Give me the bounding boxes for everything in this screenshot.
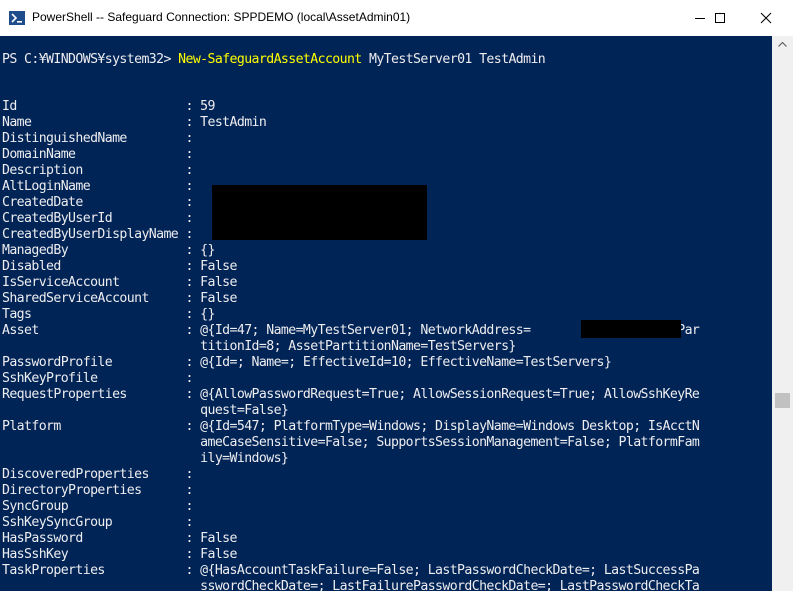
output-line: titionId=8; AssetPartitionName=TestServe… [2,339,516,354]
output-line: DistinguishedName : [2,131,193,146]
output-line: TaskProperties : @{HasAccountTaskFailure… [2,563,700,578]
maximize-icon [715,13,725,23]
close-icon [760,12,772,24]
output-line: RequestProperties : @{AllowPasswordReque… [2,387,700,402]
output-line: DirectoryProperties : [2,483,193,498]
output-line: DomainName : [2,147,193,162]
scrollbar-thumb[interactable] [775,393,790,408]
output-line: sswordCheckDate=; LastFailurePasswordChe… [2,579,700,591]
maximize-button[interactable] [697,0,743,36]
console-output[interactable]: PS C:¥WINDOWS¥system32> New-SafeguardAss… [0,36,772,591]
redaction-block [581,320,681,338]
redaction-block [212,185,427,240]
output-line: PasswordProfile : @{Id=; Name=; Effectiv… [2,355,612,370]
output-line: quest=False} [2,403,289,418]
command-name: New-SafeguardAssetAccount [178,52,362,67]
output-line: CreatedByUserId : [2,211,193,226]
output-line: CreatedByUserDisplayName : [2,227,193,242]
output-line: SyncGroup : [2,499,193,514]
command-args: MyTestServer01 TestAdmin [361,52,546,67]
output-line: CreatedDate : [2,195,193,210]
output-line: Tags : {} [2,307,215,322]
output-line: SshKeySyncGroup : [2,515,193,530]
powershell-icon [9,11,25,25]
output-line: ily=Windows} [2,451,289,466]
output-line: HasSshKey : False [2,547,237,562]
output-line: DiscoveredProperties : [2,467,193,482]
close-button[interactable] [743,0,789,36]
prompt: PS C:¥WINDOWS¥system32> [2,52,179,67]
output-line: AltLoginName : [2,179,193,194]
output-line: SharedServiceAccount : False [2,291,237,306]
output-line: Platform : @{Id=547; PlatformType=Window… [2,419,700,434]
output-line: Description : [2,163,193,178]
output-line: ameCaseSensitive=False; SupportsSessionM… [2,435,700,450]
chevron-up-icon [778,42,787,47]
prompt-line: PS C:¥WINDOWS¥system32> New-SafeguardAss… [2,52,546,68]
window-title: PowerShell -- Safeguard Connection: SPPD… [32,10,411,24]
output-line: IsServiceAccount : False [2,275,237,290]
output-line: Disabled : False [2,259,237,274]
output-line: HasPassword : False [2,531,237,546]
scroll-up-button[interactable] [772,36,793,53]
output-line: ManagedBy : {} [2,243,215,258]
vertical-scrollbar[interactable] [772,36,793,591]
output-line: SshKeyProfile : [2,371,193,386]
output-line: Id : 59 [2,99,215,114]
output-line: Name : TestAdmin [2,115,267,130]
title-bar[interactable]: PowerShell -- Safeguard Connection: SPPD… [0,0,793,36]
